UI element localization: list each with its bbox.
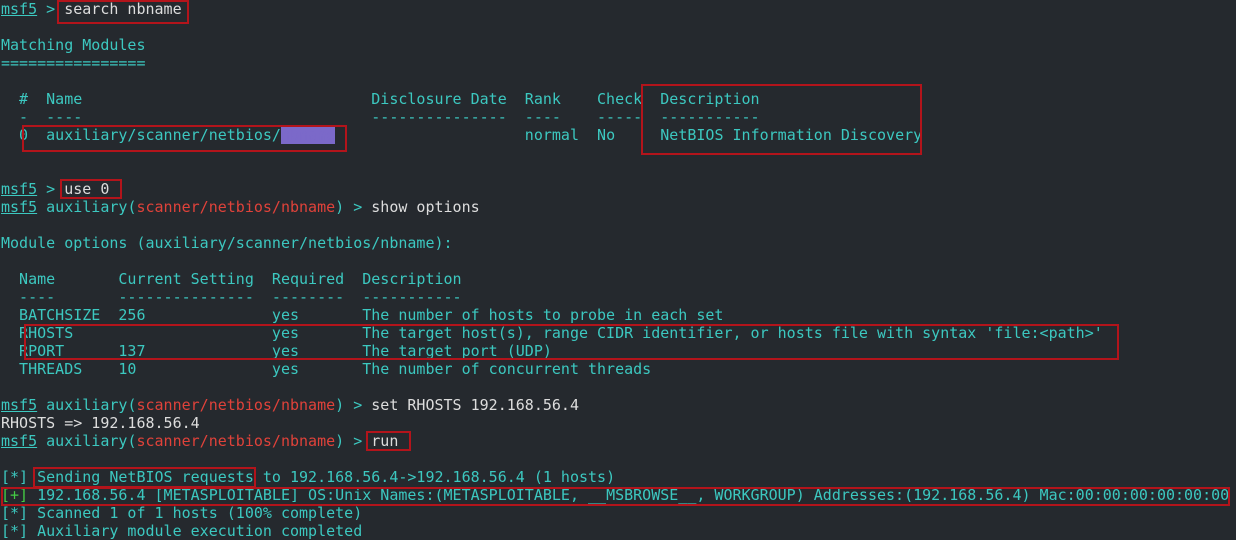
module-description: NetBIOS Information Discovery bbox=[660, 126, 923, 144]
search-match-highlight: nbname bbox=[280, 126, 336, 144]
output-sending-label: Sending NetBIOS requests bbox=[37, 468, 254, 486]
prompt-separator: > bbox=[344, 432, 372, 450]
matching-modules-title: Matching Modules bbox=[1, 36, 146, 54]
prompt-separator: > bbox=[37, 180, 65, 198]
module-path: scanner/netbios/nbname bbox=[136, 396, 336, 414]
command-run: run bbox=[371, 432, 399, 450]
prompt-name: msf5 bbox=[1, 432, 38, 450]
search-dashes-columns: - ---- --------------- ---- ----- bbox=[1, 108, 661, 126]
output-space bbox=[28, 468, 37, 486]
prompt-separator: > bbox=[344, 396, 372, 414]
output-sending-target: to 192.168.56.4->192.168.56.4 (1 hosts) bbox=[253, 468, 616, 486]
module-options-title: Module options (auxiliary/scanner/netbio… bbox=[1, 234, 453, 252]
info-marker: [*] bbox=[1, 522, 29, 540]
info-marker: [*] bbox=[1, 504, 29, 522]
module-path: scanner/netbios/nbname bbox=[136, 432, 336, 450]
prompt-name: msf5 bbox=[1, 396, 38, 414]
options-table-header: Name Current Setting Required Descriptio… bbox=[1, 270, 462, 288]
option-row-batchsize: BATCHSIZE 256 yes The number of hosts to… bbox=[1, 306, 724, 324]
output-completed: [*] Auxiliary module execution completed bbox=[1, 522, 362, 540]
module-keyword: auxiliary bbox=[46, 396, 128, 414]
terminal-window[interactable]: msf5 > search nbname Matching Modules ==… bbox=[0, 0, 1236, 540]
search-table-header: # Name Disclosure Date Rank Check Descri… bbox=[1, 90, 760, 108]
paren-close: ) bbox=[335, 396, 345, 414]
output-sending: [*] Sending NetBIOS requests to 192.168.… bbox=[1, 468, 615, 486]
paren-close: ) bbox=[335, 198, 345, 216]
search-result-row: 0 auxiliary/scanner/netbios/nbname norma… bbox=[1, 126, 922, 144]
prompt-separator: > bbox=[344, 198, 372, 216]
paren-close: ) bbox=[335, 432, 345, 450]
command-show-options: show options bbox=[371, 198, 480, 216]
prompt-name: msf5 bbox=[1, 0, 38, 18]
options-table-dashes: ---- --------------- -------- ----------… bbox=[1, 288, 462, 306]
search-dashes-description: ----------- bbox=[660, 108, 760, 126]
rhosts-echo: RHOSTS => 192.168.56.4 bbox=[1, 414, 200, 432]
search-header-columns: # Name Disclosure Date Rank Check bbox=[1, 90, 661, 108]
prompt-line-set-rhosts: msf5 auxiliary(scanner/netbios/nbname) >… bbox=[1, 396, 579, 414]
output-host-result: [+] 192.168.56.4 [METASPLOITABLE] OS:Uni… bbox=[1, 486, 1229, 504]
module-name-prefix: 0 auxiliary/scanner/netbios/ bbox=[1, 126, 281, 144]
option-row-threads: THREADS 10 yes The number of concurrent … bbox=[1, 360, 652, 378]
module-path: scanner/netbios/nbname bbox=[136, 198, 336, 216]
search-header-description: Description bbox=[660, 90, 760, 108]
success-marker: [+] bbox=[1, 486, 29, 504]
prompt-line-show-options: msf5 auxiliary(scanner/netbios/nbname) >… bbox=[1, 198, 480, 216]
info-marker: [*] bbox=[1, 468, 29, 486]
option-row-rport: RPORT 137 yes The target port (UDP) bbox=[1, 342, 552, 360]
scanned-text: Scanned 1 of 1 hosts (100% complete) bbox=[28, 504, 363, 522]
completed-text: Auxiliary module execution completed bbox=[28, 522, 363, 540]
command-search: search nbname bbox=[64, 0, 182, 18]
command-use: use 0 bbox=[64, 180, 110, 198]
module-rank-check: normal No bbox=[335, 126, 661, 144]
prompt-line-run: msf5 auxiliary(scanner/netbios/nbname) >… bbox=[1, 432, 398, 450]
prompt-line-search: msf5 > search nbname bbox=[1, 0, 182, 18]
matching-modules-underline: ================ bbox=[1, 54, 146, 72]
prompt-separator: > bbox=[37, 0, 65, 18]
output-scanned: [*] Scanned 1 of 1 hosts (100% complete) bbox=[1, 504, 362, 522]
module-keyword: auxiliary bbox=[46, 198, 128, 216]
prompt-line-use: msf5 > use 0 bbox=[1, 180, 109, 198]
prompt-name: msf5 bbox=[1, 180, 38, 198]
command-set-rhosts: set RHOSTS 192.168.56.4 bbox=[371, 396, 579, 414]
search-table-dashes: - ---- --------------- ---- ----- ------… bbox=[1, 108, 760, 126]
option-row-rhosts: RHOSTS yes The target host(s), range CID… bbox=[1, 324, 1103, 342]
prompt-name: msf5 bbox=[1, 198, 38, 216]
module-keyword: auxiliary bbox=[46, 432, 128, 450]
host-result-text: 192.168.56.4 [METASPLOITABLE] OS:Unix Na… bbox=[28, 486, 1230, 504]
